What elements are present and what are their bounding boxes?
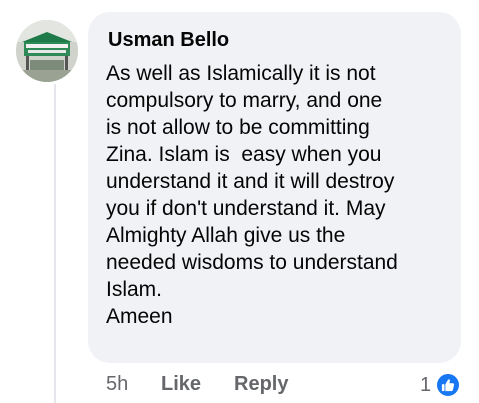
comment-line: Islam. (106, 278, 163, 301)
like-thumb-icon (435, 372, 462, 398)
reply-button[interactable]: Reply (234, 373, 288, 396)
profile-photo-icon[interactable] (16, 20, 78, 82)
comment-line: needed wisdoms to understand (106, 251, 398, 274)
comment-line: is not allow to be committing (106, 116, 370, 139)
thread-line (54, 84, 56, 403)
comment-thread: Usman Bello As well as Islamically it is… (0, 0, 479, 403)
like-button[interactable]: Like (161, 373, 201, 396)
comment-line: Zina. Islam is easy when you (106, 143, 382, 166)
comment-line: understand it and it will destroy (106, 170, 395, 193)
comment-text: As well as Islamically it is not compuls… (106, 60, 451, 330)
comment-line: compulsory to marry, and one (106, 89, 383, 112)
comment-author[interactable]: Usman Bello (108, 29, 229, 52)
comment-line: As well as Islamically it is not (106, 62, 376, 85)
comment-line: you if don't understand it. May (106, 197, 386, 220)
comment-line: Almighty Allah give us the (106, 224, 346, 247)
comment-bubble: Usman Bello As well as Islamically it is… (88, 12, 461, 363)
reaction-count: 1 (420, 373, 432, 396)
reaction-summary[interactable]: 1 (420, 371, 462, 399)
comment-timestamp[interactable]: 5h (106, 373, 128, 396)
comment-line: Ameen (106, 305, 173, 328)
